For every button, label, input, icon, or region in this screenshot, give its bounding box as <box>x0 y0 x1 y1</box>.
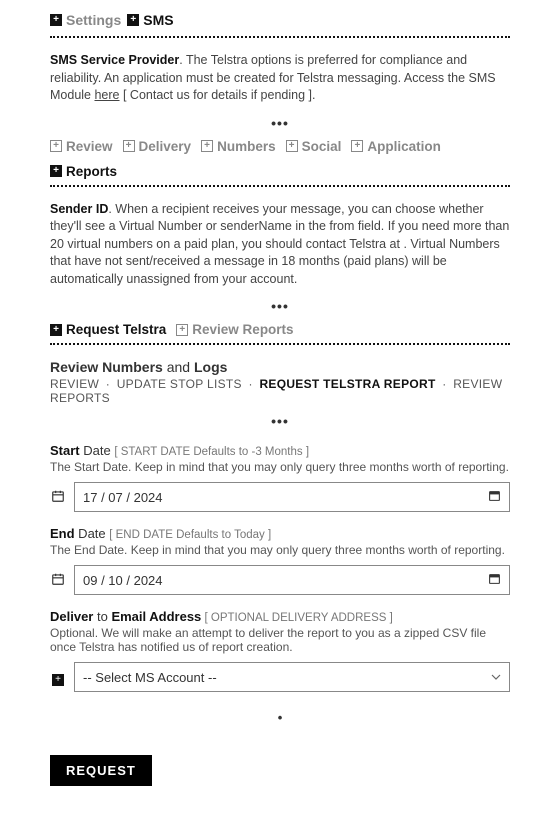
breadcrumb: + Settings + SMS <box>50 12 510 28</box>
crumb-review[interactable]: REVIEW <box>50 377 99 391</box>
divider <box>50 343 510 345</box>
deliver-account-value: -- Select MS Account -- <box>83 670 217 685</box>
intro-body2: [ Contact us for details if pending ]. <box>120 88 316 102</box>
intro-lead: SMS Service Provider <box>50 53 179 67</box>
breadcrumb-settings-label: Settings <box>66 12 121 28</box>
plus-icon: + <box>286 140 298 152</box>
end-date-value: 09 / 10 / 2024 <box>83 573 163 588</box>
sender-lead: Sender ID <box>50 202 108 216</box>
plus-icon: + <box>50 14 62 26</box>
deliver-help: Optional. We will make an attempt to del… <box>50 626 510 654</box>
subtabs-row: +Request Telstra +Review Reports <box>50 322 510 337</box>
dot-separator: • <box>50 710 510 725</box>
calendar-icon <box>50 489 66 506</box>
subtab-request-telstra[interactable]: +Request Telstra <box>50 322 166 337</box>
plus-icon: + <box>50 165 62 177</box>
crumb-update-stop-lists[interactable]: UPDATE STOP LISTS <box>117 377 242 391</box>
dots-separator: ••• <box>50 115 510 131</box>
deliver-label: Deliver to Email Address [ OPTIONAL DELI… <box>50 609 510 624</box>
tab-delivery[interactable]: +Delivery <box>123 139 192 154</box>
end-date-label: End Date [ END DATE Defaults to Today ] <box>50 526 510 541</box>
start-date-value: 17 / 07 / 2024 <box>83 490 163 505</box>
breadcrumb-sms[interactable]: + SMS <box>127 12 173 28</box>
end-date-input[interactable]: 09 / 10 / 2024 <box>74 565 510 595</box>
divider <box>50 36 510 38</box>
plus-icon: + <box>201 140 213 152</box>
calendar-picker-icon <box>488 572 501 588</box>
plus-icon: + <box>351 140 363 152</box>
end-date-help: The End Date. Keep in mind that you may … <box>50 543 510 557</box>
tab-reports[interactable]: +Reports <box>50 164 117 179</box>
start-date-label: Start Date [ START DATE Defaults to -3 M… <box>50 443 510 458</box>
intro-paragraph: SMS Service Provider. The Telstra option… <box>50 52 510 105</box>
plus-icon: + <box>50 140 62 152</box>
dots-separator: ••• <box>50 413 510 429</box>
request-button[interactable]: REQUEST <box>50 755 152 786</box>
subtab-review-reports[interactable]: +Review Reports <box>176 322 293 337</box>
crumb-request-report[interactable]: REQUEST TELSTRA REPORT <box>259 377 435 391</box>
tab-social[interactable]: +Social <box>286 139 342 154</box>
breadcrumb-sms-label: SMS <box>143 12 173 28</box>
section-breadcrumb: REVIEW · UPDATE STOP LISTS · REQUEST TEL… <box>50 377 510 405</box>
divider <box>50 185 510 187</box>
tabs-row: +Review +Delivery +Numbers +Social +Appl… <box>50 139 510 179</box>
dots-separator: ••• <box>50 298 510 314</box>
start-date-help: The Start Date. Keep in mind that you ma… <box>50 460 510 474</box>
section-heading: Review Numbers and Logs <box>50 359 510 375</box>
start-date-input[interactable]: 17 / 07 / 2024 <box>74 482 510 512</box>
breadcrumb-settings[interactable]: + Settings <box>50 12 121 28</box>
sms-module-link[interactable]: here <box>94 88 119 102</box>
sender-paragraph: Sender ID. When a recipient receives you… <box>50 201 510 289</box>
tab-numbers[interactable]: +Numbers <box>201 139 276 154</box>
plus-icon: + <box>127 14 139 26</box>
sender-body: . When a recipient receives your message… <box>50 202 509 286</box>
chevron-down-icon <box>491 670 501 685</box>
tab-review[interactable]: +Review <box>50 139 113 154</box>
plus-icon: + <box>176 324 188 336</box>
deliver-account-select[interactable]: -- Select MS Account -- <box>74 662 510 692</box>
plus-icon: + <box>123 140 135 152</box>
plus-icon: + <box>50 669 66 686</box>
calendar-picker-icon <box>488 489 501 505</box>
calendar-icon <box>50 572 66 589</box>
plus-icon: + <box>50 324 62 336</box>
tab-application[interactable]: +Application <box>351 139 441 154</box>
